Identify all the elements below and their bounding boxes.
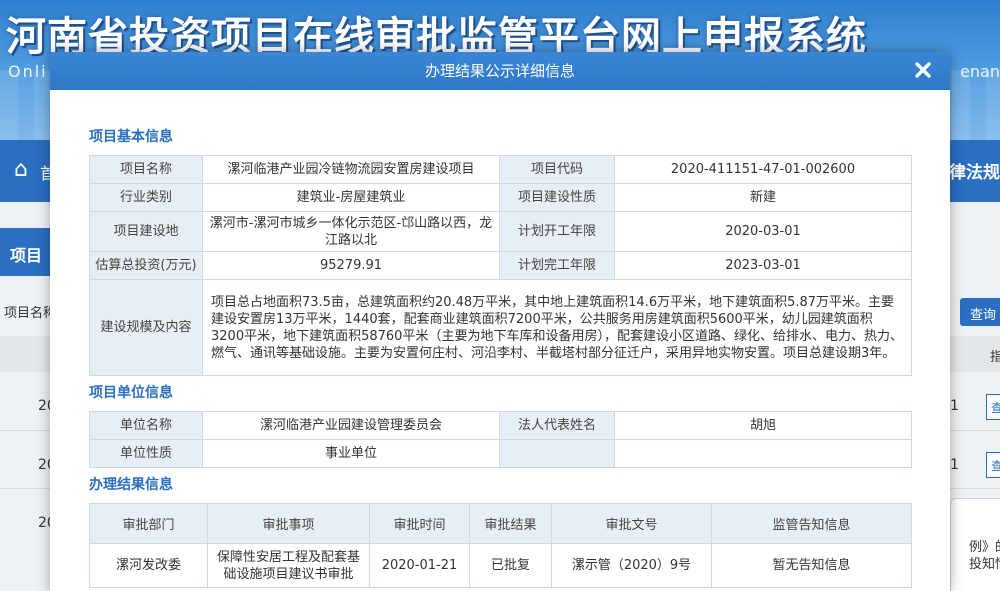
value-legal-rep: 胡旭	[614, 411, 912, 440]
nav-laws[interactable]: 律法规	[949, 158, 1000, 183]
list-row-cell: 1	[950, 457, 959, 473]
cell-item: 保障性安居工程及配套基础设施项目建议书审批	[207, 543, 370, 588]
basic-info-table: 项目名称 漯河临港产业园冷链物流园安置房建设项目 项目代码 2020-41115…	[89, 155, 912, 376]
result-detail-modal: 办理结果公示详细信息 项目基本信息 项目名称 漯河临港产业园冷链物流园安置房建设…	[50, 52, 950, 591]
empty-cell	[499, 439, 615, 468]
cell-doc-no: 漯示管（2020）9号	[551, 543, 712, 588]
label-nature: 项目建设性质	[499, 183, 615, 212]
label-project-code: 项目代码	[499, 155, 615, 184]
header-item: 审批事项	[207, 503, 370, 544]
header-department: 审批部门	[89, 503, 208, 544]
value-investment: 95279.91	[202, 251, 500, 280]
side-notice-panel: 例》的投知情	[950, 498, 1000, 591]
query-button[interactable]: 查询	[960, 298, 1000, 326]
section-title-unit: 项目单位信息	[89, 385, 173, 401]
modal-body: 项目基本信息 项目名称 漯河临港产业园冷链物流园安置房建设项目 项目代码 202…	[50, 90, 950, 588]
label-end-date: 计划完工年限	[499, 251, 615, 280]
value-project-name: 漯河临港产业园冷链物流园安置房建设项目	[202, 155, 500, 184]
site-subtitle: Onli	[8, 62, 48, 81]
cell-result: 已批复	[469, 543, 552, 588]
section-title-basic: 项目基本信息	[89, 129, 173, 145]
label-project-name: 项目名称	[89, 155, 203, 184]
value-unit-type: 事业单位	[202, 439, 500, 468]
label-legal-rep: 法人代表姓名	[499, 411, 615, 440]
header-notice: 监管告知信息	[711, 503, 912, 544]
value-nature: 新建	[614, 183, 912, 212]
home-icon[interactable]: ⌂	[14, 158, 38, 182]
cell-time: 2020-01-21	[369, 543, 470, 588]
row-view-button[interactable]: 查	[986, 394, 1000, 420]
list-header-cell: 指	[990, 350, 1000, 365]
cell-department: 漯河发改委	[89, 543, 208, 588]
value-project-code: 2020-411151-47-01-002600	[614, 155, 912, 184]
value-unit-name: 漯河临港产业园建设管理委员会	[202, 411, 500, 440]
value-location: 漯河市-漯河市城乡一体化示范区-邙山路以西，龙江路以北	[202, 211, 500, 252]
label-unit-name: 单位名称	[89, 411, 203, 440]
header-doc-no: 审批文号	[551, 503, 712, 544]
table-row: 漯河发改委 保障性安居工程及配套基础设施项目建议书审批 2020-01-21 已…	[89, 543, 912, 588]
label-start-date: 计划开工年限	[499, 211, 615, 252]
label-unit-type: 单位性质	[89, 439, 203, 468]
modal-header: 办理结果公示详细信息	[50, 52, 950, 90]
value-industry: 建筑业-房屋建筑业	[202, 183, 500, 212]
empty-cell	[614, 439, 912, 468]
header-time: 审批时间	[369, 503, 470, 544]
section-title-result: 办理结果信息	[89, 477, 173, 493]
label-scale: 建设规模及内容	[89, 279, 203, 376]
modal-title: 办理结果公示详细信息	[424, 62, 575, 80]
site-subtitle-right: enan	[960, 62, 1000, 81]
label-investment: 估算总投资(万元)	[89, 251, 203, 280]
value-scale: 项目总占地面积73.5亩，总建筑面积约20.48万平米，其中地上建筑面积14.6…	[202, 279, 912, 376]
value-end-date: 2023-03-01	[614, 251, 912, 280]
result-table-header: 审批部门 审批事项 审批时间 审批结果 审批文号 监管告知信息	[89, 503, 912, 544]
list-row-cell: 1	[950, 398, 959, 414]
close-icon[interactable]	[910, 57, 936, 83]
label-location: 项目建设地	[89, 211, 203, 252]
header-result: 审批结果	[469, 503, 552, 544]
unit-info-table: 单位名称 漯河临港产业园建设管理委员会 法人代表姓名 胡旭 单位性质 事业单位	[89, 411, 912, 468]
cell-notice: 暂无告知信息	[711, 543, 912, 588]
label-industry: 行业类别	[89, 183, 203, 212]
result-table: 审批部门 审批事项 审批时间 审批结果 审批文号 监管告知信息 漯河发改委 保障…	[89, 503, 912, 588]
search-label: 项目名称	[4, 306, 50, 321]
row-view-button[interactable]: 查	[986, 452, 1000, 478]
value-start-date: 2020-03-01	[614, 211, 912, 252]
